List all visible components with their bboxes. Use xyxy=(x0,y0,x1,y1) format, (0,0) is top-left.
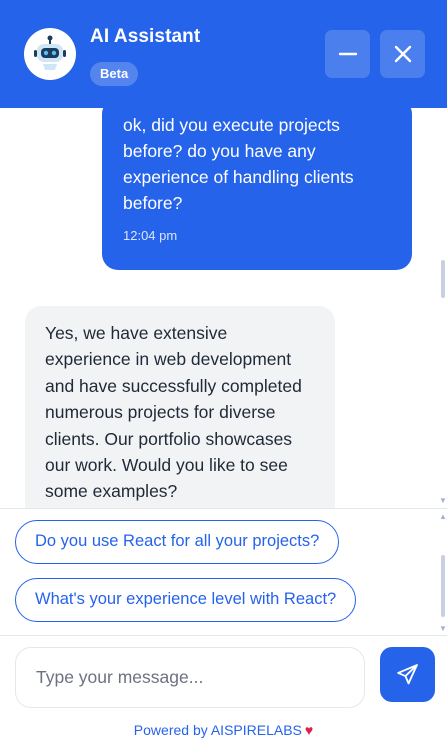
chat-title: AI Assistant xyxy=(90,26,201,47)
composer: Powered by AISPIRELABS♥ xyxy=(0,636,447,745)
message-timestamp: 12:04 pm xyxy=(123,228,178,243)
message-input[interactable] xyxy=(15,647,365,708)
message-list[interactable]: ok, did you execute projects before? do … xyxy=(0,108,447,508)
messages-scrollbar[interactable] xyxy=(441,260,445,298)
robot-icon xyxy=(24,28,76,80)
close-icon xyxy=(394,45,412,63)
suggestion-panel: ▲ Do you use React for all your projects… xyxy=(0,508,447,636)
suggestion-chip[interactable]: Do you use React for all your projects? xyxy=(15,520,340,564)
minus-icon xyxy=(338,52,358,56)
assistant-message: Yes, we have extensive experience in web… xyxy=(25,306,335,508)
scroll-up-arrow-icon[interactable]: ▲ xyxy=(439,513,447,521)
send-icon xyxy=(397,664,418,685)
beta-badge: Beta xyxy=(90,62,139,86)
powered-by: Powered by AISPIRELABS ♥ xyxy=(0,722,447,738)
user-message-text: ok, did you execute projects before? do … xyxy=(123,115,354,213)
scroll-down-arrow-icon[interactable]: ▼ xyxy=(439,625,447,633)
minimize-button[interactable] xyxy=(325,30,370,78)
powered-by-label: Powered by AISPIRELABS xyxy=(133,722,302,738)
suggestion-chip[interactable]: What's your experience level with React? xyxy=(15,578,357,622)
chat-header: AI Assistant Beta xyxy=(0,0,447,108)
suggestions-scrollbar[interactable] xyxy=(441,555,445,617)
assistant-message-text: Yes, we have extensive experience in web… xyxy=(45,323,302,502)
scroll-down-arrow-icon[interactable]: ▼ xyxy=(439,497,447,505)
heart-icon: ♥ xyxy=(304,722,314,738)
close-button[interactable] xyxy=(380,30,425,78)
user-message: ok, did you execute projects before? do … xyxy=(102,108,412,270)
send-button[interactable] xyxy=(380,647,435,702)
